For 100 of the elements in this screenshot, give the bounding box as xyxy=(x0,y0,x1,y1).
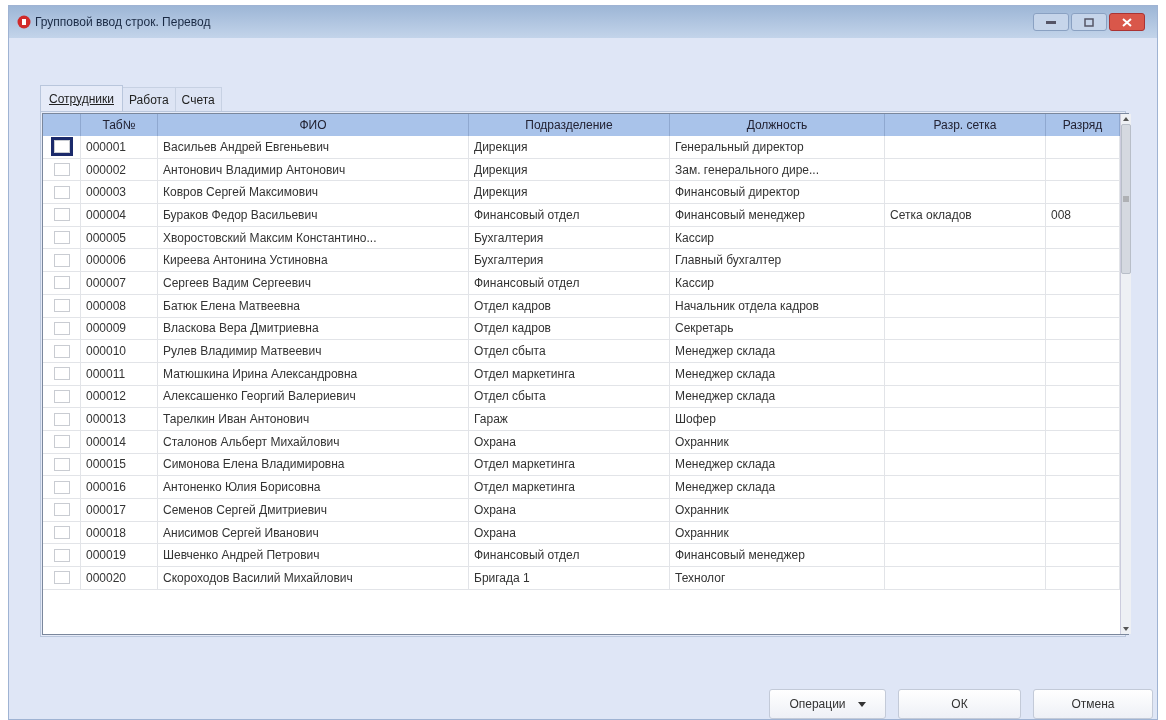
table-cell-text: Алексашенко Георгий Валериевич xyxy=(163,388,356,406)
tab[interactable]: Сотрудники xyxy=(40,85,123,111)
table-cell-text: Секретарь xyxy=(675,320,734,338)
table-cell-text: Охрана xyxy=(474,501,516,519)
table-cell-text: 000018 xyxy=(86,524,127,542)
table-cell-text: 000001 xyxy=(86,138,127,156)
scrollbar[interactable] xyxy=(1120,114,1131,634)
row-checkbox[interactable] xyxy=(53,457,70,471)
table-cell-text: Васильев Андрей Евгеньевич xyxy=(163,138,330,156)
table-cell-text: 000006 xyxy=(86,252,127,270)
table-cell-text: 000015 xyxy=(86,456,127,474)
table-cell-text: Финансовый отдел xyxy=(474,206,580,224)
table-cell-text: Охрана xyxy=(474,524,516,542)
table-cell-text: Кассир xyxy=(675,229,715,247)
table-cell-text: Скороходов Василий Михайлович xyxy=(163,569,353,587)
close-icon xyxy=(1122,17,1132,27)
table-cell-text: Антонович Владимир Антонович xyxy=(163,161,346,179)
row-checkbox[interactable] xyxy=(53,480,70,494)
table-cell-text: Финансовый директор xyxy=(675,184,800,202)
table-cell-text: 000007 xyxy=(86,274,127,292)
grip-icon xyxy=(1123,196,1129,202)
table-cell-text: Батюк Елена Матвеевна xyxy=(163,297,300,315)
table-cell-text: 000012 xyxy=(86,388,127,406)
app-icon xyxy=(17,15,31,29)
close-button[interactable] xyxy=(1109,13,1145,31)
table-cell-text: Финансовый отдел xyxy=(474,274,580,292)
row-checkbox[interactable] xyxy=(53,367,70,381)
scroll-thumb[interactable] xyxy=(1121,124,1131,274)
column-header[interactable]: Таб№ xyxy=(81,114,158,136)
row-checkbox[interactable] xyxy=(53,412,70,426)
row-checkbox[interactable] xyxy=(53,571,70,585)
table-cell-text: Финансовый отдел xyxy=(474,547,580,565)
table-cell-text: 000004 xyxy=(86,206,127,224)
table-cell-text: Технолог xyxy=(675,569,726,587)
table-cell-text: Гараж xyxy=(474,411,508,429)
operations-dropdown[interactable]: Операции xyxy=(769,689,886,719)
table-cell-text: Шевченко Андрей Петрович xyxy=(163,547,320,565)
table-cell-text: Дирекция xyxy=(474,184,528,202)
table-cell-text: Тарелкин Иван Антонович xyxy=(163,411,310,429)
row-checkbox[interactable] xyxy=(53,231,70,245)
caret-icon xyxy=(857,701,866,707)
row-checkbox[interactable] xyxy=(53,321,70,335)
table-cell-text: 000020 xyxy=(86,569,127,587)
maximize-icon xyxy=(1084,17,1094,27)
table-cell-text: 000019 xyxy=(86,547,127,565)
row-checkbox[interactable] xyxy=(53,276,70,290)
table-cell-text: Отдел сбыта xyxy=(474,343,546,361)
table-cell-text: Менеджер склада xyxy=(675,388,776,406)
row-checkbox[interactable] xyxy=(53,389,70,403)
row-checkbox[interactable] xyxy=(53,548,70,562)
table-cell-text: Главный бухгалтер xyxy=(675,252,782,270)
table-cell-text: 000005 xyxy=(86,229,127,247)
table-cell-text: 000011 xyxy=(86,365,126,383)
table-cell-text: 000014 xyxy=(86,433,127,451)
row-checkbox[interactable] xyxy=(53,185,70,199)
row-checkbox[interactable] xyxy=(53,299,70,313)
table-cell-text: 000003 xyxy=(86,184,127,202)
table-cell-text: Сталонов Альберт Михайлович xyxy=(163,433,340,451)
window-title: Групповой ввод строк. Перевод xyxy=(35,14,211,31)
row-checkbox[interactable] xyxy=(53,344,70,358)
tab[interactable]: Работа xyxy=(123,87,176,111)
tab[interactable]: Счета xyxy=(175,87,222,111)
table-cell-text: 000008 xyxy=(86,297,127,315)
table-cell-text: Генеральный директор xyxy=(675,138,804,156)
row-checkbox[interactable] xyxy=(53,526,70,540)
row-checkbox[interactable] xyxy=(53,503,70,517)
table-cell-text: Охранник xyxy=(675,433,729,451)
column-header[interactable]: Должность xyxy=(670,114,885,136)
table-cell-text: Сетка окладов xyxy=(890,206,972,224)
column-header[interactable]: ФИО xyxy=(158,114,469,136)
table-cell-text: 000013 xyxy=(86,411,127,429)
column-header[interactable]: Разр. сетка xyxy=(885,114,1046,136)
table-cell-text: Бухгалтерия xyxy=(474,229,544,247)
table-cell-text: Отдел кадров xyxy=(474,320,551,338)
dialog-button[interactable]: ОК xyxy=(898,689,1021,719)
table-cell-text: Рулев Владимир Матвеевич xyxy=(163,343,322,361)
table-cell-text: Сергеев Вадим Сергеевич xyxy=(163,274,311,292)
column-header[interactable]: Подразделение xyxy=(469,114,670,136)
row-checkbox[interactable] xyxy=(53,435,70,449)
table-cell-text: 000002 xyxy=(86,161,127,179)
table-cell-text: Отдел маркетинга xyxy=(474,456,575,474)
table-cell-text: Менеджер склада xyxy=(675,365,776,383)
table-cell-text: Менеджер склада xyxy=(675,479,776,497)
table-cell-text: Бураков Федор Васильевич xyxy=(163,206,318,224)
table-cell-text: Ковров Сергей Максимович xyxy=(163,184,319,202)
table-cell-text: Охранник xyxy=(675,524,729,542)
table-cell-text: Отдел сбыта xyxy=(474,388,546,406)
row-checkbox[interactable] xyxy=(53,253,70,267)
table-cell-text: Начальник отдела кадров xyxy=(675,297,819,315)
maximize-button[interactable] xyxy=(1071,13,1107,31)
minimize-button[interactable] xyxy=(1033,13,1069,31)
table-cell-text: Финансовый менеджер xyxy=(675,206,805,224)
table-cell-text: Бухгалтерия xyxy=(474,252,544,270)
dialog-button[interactable]: Отмена xyxy=(1033,689,1153,719)
row-checkbox[interactable] xyxy=(53,208,70,222)
table-cell-text: Кассир xyxy=(675,274,715,292)
row-checkbox[interactable] xyxy=(53,163,70,177)
table-cell-text: Охрана xyxy=(474,433,516,451)
table-cell-text: Антоненко Юлия Борисовна xyxy=(163,479,321,497)
table-cell-text: Зам. генерального дире... xyxy=(675,161,819,179)
